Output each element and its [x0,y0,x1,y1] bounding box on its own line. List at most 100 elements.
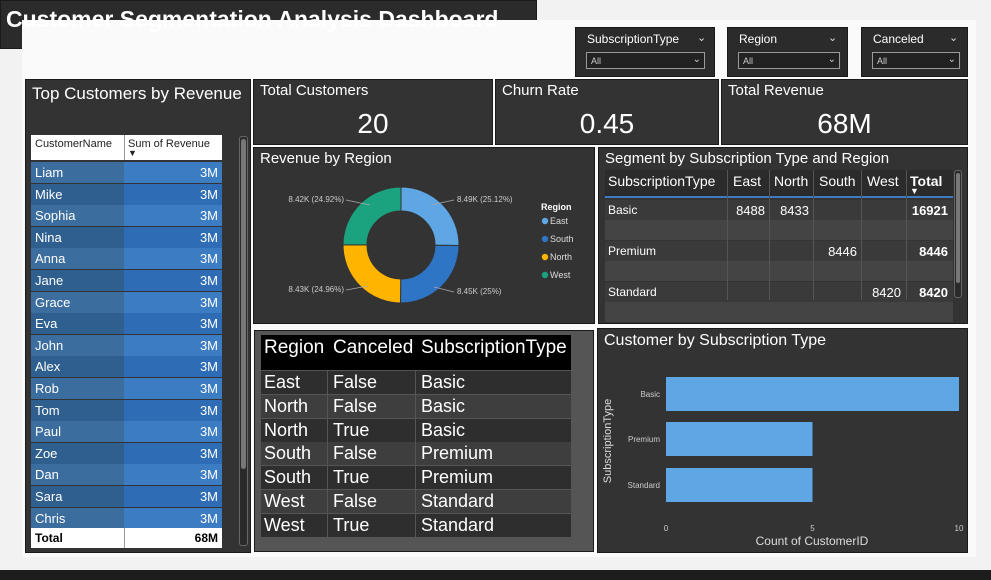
column-divider [124,135,125,160]
slicer-subscription-type[interactable]: SubscriptionType ⌄ All ⌄ [575,27,715,77]
customer-revenue: 3M [199,381,218,396]
legend-marker-east [541,217,549,225]
kpi-label: Churn Rate [502,82,579,99]
chevron-down-icon[interactable]: ⌄ [828,31,837,44]
table-row[interactable]: Tom 3M [31,399,222,421]
table-cell: East [264,372,301,392]
scrollbar-thumb[interactable] [241,139,246,469]
column-divider [769,170,770,300]
bottom-bar [0,570,991,580]
column-header[interactable]: North [774,173,808,189]
table-cell: Standard [421,491,495,511]
column-header[interactable]: SubscriptionType [608,173,715,189]
customer-revenue: 3M [199,402,218,418]
table-row[interactable]: Jane 3M [31,270,222,291]
revenue-by-region-panel: Revenue by Region 8.49K (25.12%) 8.45K (2… [253,147,595,324]
table-row[interactable]: Sophia 3M [31,205,222,227]
column-header-revenue[interactable]: Sum of Revenue [128,138,210,150]
table-row[interactable]: Eva 3M [31,313,222,335]
column-divider [415,371,416,538]
y-tick-label: Basic [640,390,660,399]
column-divider [861,170,862,300]
matrix-cell: 8420 [872,285,901,300]
customer-revenue: 3M [199,445,218,461]
table-row[interactable]: Alex 3M [31,356,222,378]
row-label: Standard [608,285,657,299]
table-cell: Premium [421,467,494,488]
table-row[interactable]: Dan 3M [31,464,222,486]
data-label: 8.49K (25.12%) [457,195,513,204]
donut-slice-east [400,186,460,246]
column-header[interactable]: SubscriptionType [421,337,567,359]
customer-revenue: 3M [199,359,218,375]
customer-revenue: 3M [199,294,218,310]
table-row[interactable]: Nina 3M [31,226,222,248]
table-row[interactable]: Paul 3M [31,421,222,443]
customer-name: Paul [35,424,62,440]
scrollbar-track[interactable] [954,170,962,298]
x-tick-label: 10 [955,524,964,533]
bar-chart: Basic Premium Standard 0 5 10 Count of Custome… [602,377,964,548]
column-header[interactable]: Region [264,337,324,359]
column-header[interactable]: Canceled [333,337,413,359]
customer-revenue: 3M [199,165,218,180]
scrollbar-thumb[interactable] [956,173,960,283]
table-cell: True [333,467,370,488]
table-row[interactable] [261,371,571,394]
column-header-customer-name[interactable]: CustomerName [35,138,112,150]
customer-revenue: 3M [199,273,218,288]
x-tick-label: 0 [664,524,669,533]
segment-matrix-panel: Segment by Subscription Type and Region … [598,147,968,324]
chevron-down-icon[interactable]: ⌄ [949,31,958,44]
slicer-region[interactable]: Region ⌄ All ⌄ [727,27,848,77]
top-customers-title: Top Customers by Revenue [32,84,242,103]
table-row[interactable]: Anna 3M [31,248,222,270]
slicer-dropdown[interactable]: All ⌄ [586,52,705,69]
table-row[interactable] [261,513,571,537]
table-cell: False [333,443,378,464]
customer-name: Dan [35,467,59,483]
matrix-row-spacer [605,220,953,240]
table-row[interactable]: Mike 3M [31,183,222,205]
legend-item-north: North [550,252,572,262]
table-row[interactable]: John 3M [31,334,222,356]
total-value: 68M [194,531,218,545]
customer-revenue: 3M [199,316,218,332]
customer-revenue: 3M [199,424,218,440]
table-row[interactable]: Zoe 3M [31,442,222,464]
table-row[interactable]: Chris 3M [31,507,222,529]
table-row[interactable]: Liam 3M [31,162,222,183]
matrix-cell: 8446 [828,244,857,259]
scrollbar-track[interactable] [239,136,248,546]
column-divider [124,528,125,548]
table-row[interactable] [261,490,571,513]
chevron-down-icon: ⌄ [947,54,956,65]
table-row[interactable]: Sara 3M [31,486,222,507]
customer-by-subscription-panel: Customer by Subscription Type Basic Premi… [597,328,968,553]
table-cell: West [264,514,305,535]
legend-item-south: South [550,234,574,244]
chevron-down-icon: ⌄ [827,54,836,65]
bar-premium [666,422,813,456]
slicer-canceled[interactable]: Canceled ⌄ All ⌄ [861,27,968,77]
table-cell: Basic [421,419,466,440]
column-header[interactable]: East [733,173,761,189]
customer-revenue: 3M [199,510,218,526]
customer-name: Sara [35,489,63,504]
chevron-down-icon[interactable]: ⌄ [697,31,706,44]
legend-marker-north [541,253,549,261]
slicer-label: Region [739,32,778,46]
donut-slice-north [342,244,402,304]
column-header[interactable]: West [867,173,899,189]
customer-name: Liam [35,165,64,180]
kpi-label: Total Customers [260,82,369,99]
column-header[interactable]: South [819,173,856,189]
matrix-row[interactable] [605,241,953,261]
table-row[interactable]: Rob 3M [31,378,222,399]
slicer-dropdown[interactable]: All ⌄ [738,52,840,69]
sort-desc-icon: ▼ [910,186,919,196]
slicer-dropdown[interactable]: All ⌄ [872,52,960,69]
matrix-row-spacer [605,302,953,322]
table-row[interactable]: Grace 3M [31,291,222,313]
chevron-down-icon: ⌄ [692,54,701,65]
